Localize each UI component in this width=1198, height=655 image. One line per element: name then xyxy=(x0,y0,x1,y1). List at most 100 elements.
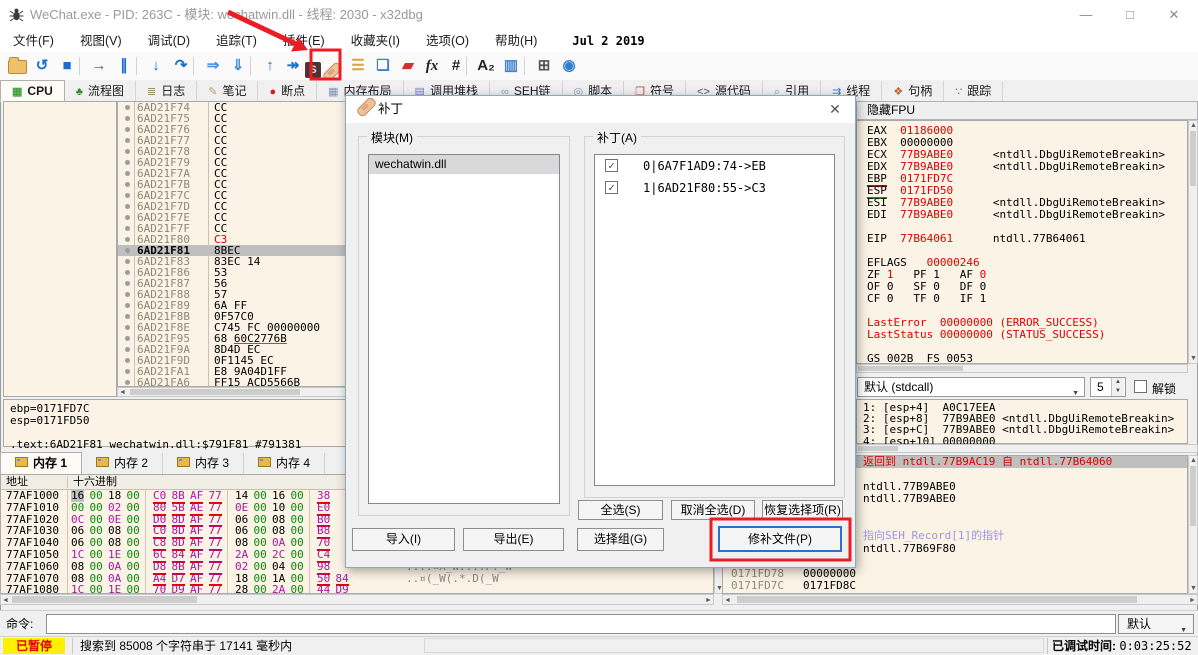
breakpoint-dot-icon[interactable] xyxy=(125,116,130,121)
tab-断点[interactable]: ● 断点 xyxy=(258,81,318,101)
dump-tab-内存 4[interactable]: 内存 4 xyxy=(244,453,326,474)
menu-item-7[interactable]: 帮助(H) xyxy=(482,30,550,52)
breakpoint-dot-icon[interactable] xyxy=(125,380,130,385)
step-out-icon[interactable]: ↑ xyxy=(258,54,282,78)
patch-list[interactable]: ✓ 0|6A7F1AD9:74->EB ✓ 1|6AD21F80:55->C3 xyxy=(594,154,835,486)
export-button[interactable]: 导出(E) xyxy=(463,528,564,551)
breakpoint-dot-icon[interactable] xyxy=(125,358,130,363)
execute-till-return-icon[interactable]: ⇓ xyxy=(226,54,250,78)
breakpoint-dot-icon[interactable] xyxy=(125,369,130,374)
step-into-icon[interactable]: ↓ xyxy=(144,54,168,78)
module-list-item[interactable]: wechatwin.dll xyxy=(369,155,559,174)
breakpoint-dot-icon[interactable] xyxy=(125,105,130,110)
select-group-button[interactable]: 选择组(G) xyxy=(577,528,664,551)
pause-icon[interactable]: ∥ xyxy=(112,54,136,78)
registers-pane[interactable]: EAX 01186000 EBX 00000000 ECX 77B9ABE0 <nt… xyxy=(856,120,1188,365)
breakpoint-dot-icon[interactable] xyxy=(125,193,130,198)
tab-跟踪[interactable]: ∵ 跟踪 xyxy=(944,81,1004,101)
breakpoint-dot-icon[interactable] xyxy=(125,226,130,231)
run-unconditionally-icon[interactable]: ⇒ xyxy=(201,54,225,78)
argument-row[interactable]: 3: [esp+C] 77B9ABE0 <ntdll.DbgUiRemoteBr… xyxy=(863,424,1174,435)
labels-icon[interactable]: ❏ xyxy=(371,54,395,78)
tab-流程图[interactable]: ♣ 流程图 xyxy=(65,81,136,101)
breakpoint-dot-icon[interactable] xyxy=(125,204,130,209)
tab-句柄[interactable]: ❖ 句柄 xyxy=(882,81,945,101)
open-file-icon[interactable] xyxy=(5,54,29,78)
command-combo[interactable]: 默认 ▼ xyxy=(1118,614,1194,634)
string-references-icon[interactable]: # xyxy=(444,54,468,78)
breakpoint-dot-icon[interactable] xyxy=(125,303,130,308)
dump-tab-内存 3[interactable]: 内存 3 xyxy=(163,453,245,474)
patch-list-item[interactable]: ✓ 1|6AD21F80:55->C3 xyxy=(595,177,834,199)
dump-row[interactable]: 77AF1080 1C 00 1E 00 70 D9 AF 77 28 00 2A 00 44 D9 xyxy=(1,584,713,593)
functions-icon[interactable]: fx xyxy=(420,54,444,78)
case-sensitive-icon[interactable]: A₂ xyxy=(474,54,498,78)
menu-item-0[interactable]: 文件(F) xyxy=(0,30,67,52)
breakpoint-dot-icon[interactable] xyxy=(125,237,130,242)
patch-list-item[interactable]: ✓ 0|6A7F1AD9:74->EB xyxy=(595,155,834,177)
patch-icon[interactable] xyxy=(320,54,344,83)
arg-count-spinner[interactable]: 5 ▲ ▼ xyxy=(1090,377,1126,397)
breakpoint-dot-icon[interactable] xyxy=(125,248,130,253)
patch-checkbox[interactable]: ✓ xyxy=(605,181,618,194)
breakpoint-dot-icon[interactable] xyxy=(125,215,130,220)
bookmarks-icon[interactable]: ▰ xyxy=(396,54,420,78)
unlock-checkbox[interactable] xyxy=(1134,380,1147,393)
attach-icon[interactable]: ▥ xyxy=(499,54,523,78)
stack-hscrollbar[interactable]: ◄ ► xyxy=(722,594,1198,605)
breakpoint-dot-icon[interactable] xyxy=(125,325,130,330)
breakpoint-dot-icon[interactable] xyxy=(125,138,130,143)
registers-hscrollbar[interactable] xyxy=(856,364,1188,373)
restore-selection-button[interactable]: 恢复选择项(R) xyxy=(762,500,843,520)
module-list[interactable]: wechatwin.dll xyxy=(368,154,560,504)
stack-row[interactable]: 0171FD78 00000000 xyxy=(723,567,1187,580)
registers-vscrollbar[interactable]: ▲ ▼ xyxy=(1188,120,1198,364)
breakpoint-dot-icon[interactable] xyxy=(125,314,130,319)
stack-vscrollbar[interactable]: ▲ ▼ xyxy=(1188,455,1198,594)
arguments-pane[interactable]: 1: [esp+4] A0C17EEA 2: [esp+8] 77B9ABE0 <… xyxy=(856,399,1188,447)
breakpoint-dot-icon[interactable] xyxy=(125,292,130,297)
breakpoint-dot-icon[interactable] xyxy=(125,127,130,132)
menu-item-3[interactable]: 追踪(T) xyxy=(203,30,270,52)
menu-item-4[interactable]: 插件(E) xyxy=(270,30,338,52)
breakpoint-dot-icon[interactable] xyxy=(125,171,130,176)
calculator-icon[interactable]: ⊞ xyxy=(532,54,556,78)
breakpoint-dot-icon[interactable] xyxy=(125,259,130,264)
menu-item-1[interactable]: 视图(V) xyxy=(67,30,135,52)
breakpoint-dot-icon[interactable] xyxy=(125,182,130,187)
dialog-close-icon[interactable]: ✕ xyxy=(825,96,845,123)
comments-icon[interactable]: ☰ xyxy=(346,54,370,78)
stop-icon[interactable]: ■ xyxy=(55,54,79,78)
maximize-button[interactable]: □ xyxy=(1110,0,1150,30)
dump-tab-内存 1[interactable]: 内存 1 xyxy=(0,452,83,474)
patch-dialog-titlebar[interactable]: 补丁 ✕ xyxy=(346,96,855,123)
hide-fpu-button[interactable]: 隐藏FPU xyxy=(856,101,1198,120)
breakpoint-dot-icon[interactable] xyxy=(125,347,130,352)
tab-日志[interactable]: ≣ 日志 xyxy=(136,81,198,101)
patch-file-button[interactable]: 修补文件(P) xyxy=(718,526,842,552)
menu-item-5[interactable]: 收藏夹(I) xyxy=(338,30,413,52)
run-icon[interactable]: → xyxy=(87,54,111,78)
register-line[interactable]: LastStatus 00000000 (STATUS_SUCCESS) xyxy=(867,329,1165,341)
minimize-button[interactable]: — xyxy=(1066,0,1106,30)
breakpoint-dot-icon[interactable] xyxy=(125,270,130,275)
menu-item-2[interactable]: 调试(D) xyxy=(135,30,203,52)
restart-icon[interactable]: ↺ xyxy=(30,54,54,78)
calling-convention-select[interactable]: 默认 (stdcall) ▼ xyxy=(857,377,1085,397)
dump-tab-内存 2[interactable]: 内存 2 xyxy=(82,453,164,474)
command-input[interactable] xyxy=(46,614,1116,634)
select-all-button[interactable]: 全选(S) xyxy=(578,500,663,520)
arguments-hscrollbar[interactable] xyxy=(856,444,1198,453)
tab-笔记[interactable]: ✎ 笔记 xyxy=(197,81,259,101)
breakpoint-dot-icon[interactable] xyxy=(125,281,130,286)
import-button[interactable]: 导入(I) xyxy=(352,528,455,551)
register-line[interactable]: EIP 77B64061 ntdll.77B64061 xyxy=(867,233,1165,245)
tab-CPU[interactable]: ▦ CPU xyxy=(0,80,65,102)
menu-item-6[interactable]: 选项(O) xyxy=(413,30,482,52)
dump-hscrollbar[interactable]: ◄ ► xyxy=(0,594,714,605)
breakpoint-dot-icon[interactable] xyxy=(125,336,130,341)
deselect-all-button[interactable]: 取消全选(D) xyxy=(671,500,755,520)
stack-row[interactable]: 0171FD7C 0171FD8C xyxy=(723,579,1187,592)
register-line[interactable]: EDI 77B9ABE0 <ntdll.DbgUiRemoteBreakin> xyxy=(867,209,1165,221)
register-line[interactable]: CF 0 TF 0 IF 1 xyxy=(867,293,1165,305)
